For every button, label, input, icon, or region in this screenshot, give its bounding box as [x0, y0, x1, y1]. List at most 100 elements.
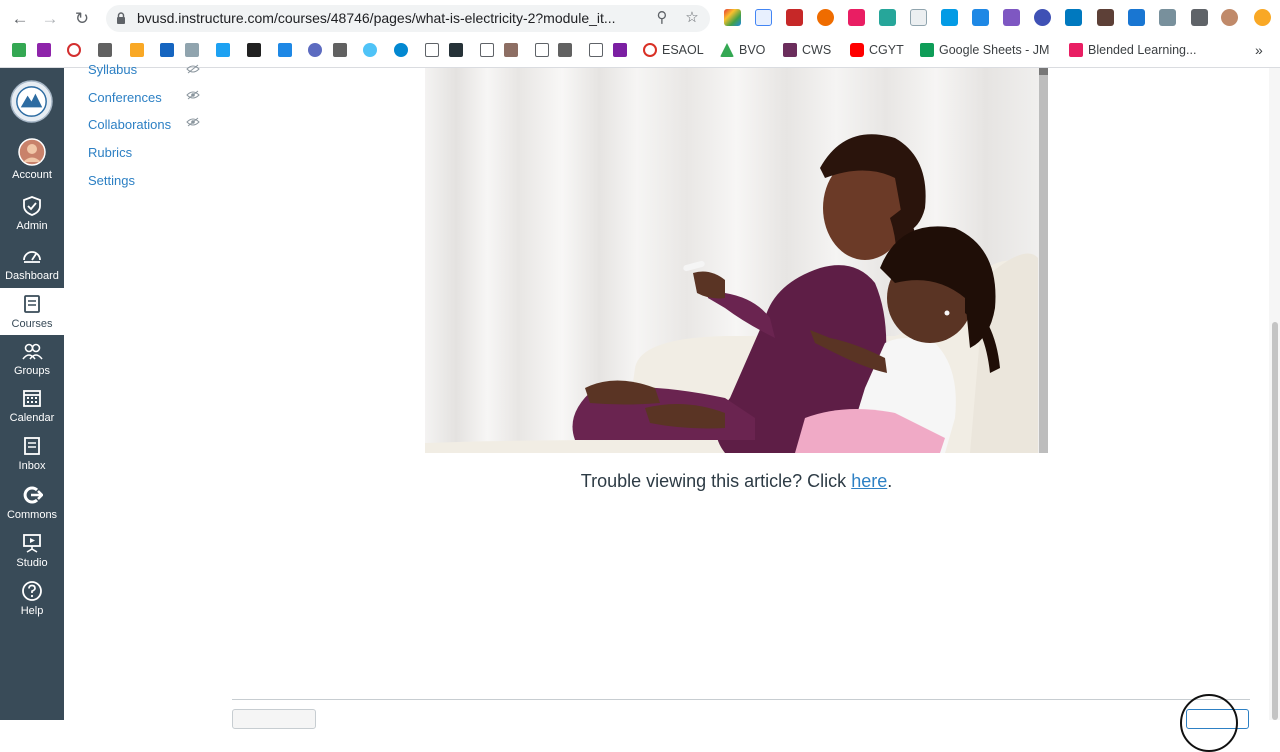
extension-icon[interactable]	[817, 9, 834, 26]
bookmark-icon	[1069, 43, 1083, 57]
address-bar[interactable]: bvusd.instructure.com/courses/48746/page…	[106, 5, 710, 32]
mother-daughter-tv-photo	[425, 68, 1048, 453]
youtube-icon	[850, 43, 864, 57]
extension-icon[interactable]	[755, 9, 772, 26]
extension-icon[interactable]	[786, 9, 803, 26]
bookmark-icon[interactable]	[504, 42, 518, 58]
extension-icon[interactable]	[1097, 9, 1114, 26]
folder-icon[interactable]	[535, 42, 549, 58]
bookmark-icon[interactable]	[278, 42, 292, 58]
dashboard-icon	[23, 251, 41, 263]
folder-icon[interactable]	[425, 42, 439, 58]
bookmark-icon[interactable]	[216, 42, 230, 58]
trouble-viewing-caption: Trouble viewing this article? Click here…	[580, 471, 893, 491]
bookmark-cws[interactable]: CWS	[783, 42, 831, 58]
nav-admin[interactable]: Admin	[0, 195, 64, 243]
extension-icon[interactable]	[1003, 9, 1020, 26]
module-footer-divider	[232, 699, 1250, 700]
eye-hidden-icon	[186, 117, 200, 127]
course-nav-syllabus[interactable]: Syllabus	[88, 62, 137, 77]
url-text: bvusd.instructure.com/courses/48746/page…	[137, 10, 616, 26]
arrow-right-icon[interactable]: →	[39, 8, 61, 30]
bookmark-icon[interactable]	[394, 42, 408, 58]
extension-icon[interactable]	[910, 9, 927, 26]
nav-courses[interactable]: Courses	[0, 288, 64, 335]
extension-icon[interactable]	[1159, 9, 1176, 26]
bookmark-icon	[783, 43, 797, 57]
help-icon	[22, 581, 42, 601]
nav-inbox[interactable]: Inbox	[0, 435, 64, 483]
commons-icon	[23, 486, 43, 504]
nav-help[interactable]: Help	[0, 580, 64, 628]
inbox-icon	[24, 437, 40, 455]
eye-hidden-icon	[186, 64, 200, 74]
puzzle-icon[interactable]	[1191, 9, 1208, 26]
here-link[interactable]: here	[851, 471, 887, 491]
folder-icon[interactable]	[480, 42, 494, 58]
nav-commons[interactable]: Commons	[0, 484, 64, 532]
bookmark-icon[interactable]	[333, 42, 347, 58]
bookmark-icon[interactable]	[449, 42, 463, 58]
extension-icon[interactable]	[972, 9, 989, 26]
more-bookmarks-button[interactable]: »	[1255, 42, 1263, 58]
extension-icon[interactable]	[1254, 9, 1271, 26]
article-image	[425, 68, 1048, 453]
cursor-highlight	[1180, 694, 1238, 752]
bookmark-icon[interactable]	[308, 42, 322, 58]
bookmark-icon[interactable]	[12, 42, 26, 58]
bookmark-icon[interactable]	[67, 42, 81, 58]
school-logo-icon[interactable]	[10, 80, 53, 123]
book-icon	[24, 295, 40, 313]
extension-icon[interactable]	[1034, 9, 1051, 26]
reload-icon[interactable]: ↻	[71, 8, 93, 30]
eye-hidden-icon	[186, 90, 200, 100]
bookmark-icon[interactable]	[130, 42, 144, 58]
bookmark-icon[interactable]	[363, 42, 377, 58]
extension-icon[interactable]	[941, 9, 958, 26]
lock-icon	[117, 12, 125, 24]
extension-icon[interactable]	[848, 9, 865, 26]
groups-icon	[22, 343, 43, 360]
course-nav-collaborations[interactable]: Collaborations	[88, 117, 171, 132]
bookmark-icon[interactable]	[185, 42, 199, 58]
nav-groups[interactable]: Groups	[0, 340, 64, 388]
course-nav-conferences[interactable]: Conferences	[88, 90, 162, 105]
search-icon[interactable]: ⚲	[653, 9, 671, 27]
bookmark-esaol[interactable]: ESAOL	[643, 42, 704, 58]
extension-icon[interactable]	[1128, 9, 1145, 26]
bookmark-icon[interactable]	[98, 42, 112, 58]
bookmark-cgyt[interactable]: CGYT	[850, 42, 904, 58]
extension-icon[interactable]	[1065, 9, 1082, 26]
bookmark-icon	[643, 43, 657, 57]
calendar-icon	[23, 390, 41, 407]
shield-icon	[23, 196, 41, 216]
nav-studio[interactable]: Studio	[0, 532, 64, 580]
nav-calendar[interactable]: Calendar	[0, 387, 64, 435]
global-navigation: Account Admin Dashboard Courses Groups C…	[0, 68, 64, 720]
extension-icon[interactable]	[879, 9, 896, 26]
nav-dashboard[interactable]: Dashboard	[0, 245, 64, 293]
bookmark-icon[interactable]	[558, 42, 572, 58]
previous-module-button[interactable]	[232, 709, 316, 729]
drive-icon	[720, 43, 734, 57]
page-scrollbar-thumb[interactable]	[1272, 322, 1278, 720]
bookmark-bvo[interactable]: BVO	[720, 42, 765, 58]
bookmark-icon[interactable]	[247, 42, 261, 58]
bookmark-icon[interactable]	[613, 42, 627, 58]
browser-toolbar: ← → ↻ bvusd.instructure.com/courses/4874…	[0, 0, 1280, 68]
avatar-icon	[18, 138, 46, 166]
sheets-icon	[920, 43, 934, 57]
bookmark-icon[interactable]	[160, 42, 174, 58]
bookmark-icon[interactable]	[37, 42, 51, 58]
course-nav-rubrics[interactable]: Rubrics	[88, 145, 132, 160]
folder-icon[interactable]	[589, 42, 603, 58]
bookmarks-bar: ESAOL BVO CWS CGYT Google Sheets - JM Bl…	[0, 38, 1280, 62]
bookmark-blended-learning[interactable]: Blended Learning...	[1069, 42, 1196, 58]
course-nav-settings[interactable]: Settings	[88, 173, 135, 188]
bookmark-star-icon[interactable]: ☆	[683, 9, 701, 27]
extension-icon[interactable]	[724, 9, 741, 26]
bookmark-google-sheets[interactable]: Google Sheets - JM	[920, 42, 1049, 58]
profile-avatar-icon[interactable]	[1221, 9, 1238, 26]
arrow-left-icon[interactable]: ←	[9, 8, 31, 30]
nav-account[interactable]: Account	[0, 138, 64, 186]
